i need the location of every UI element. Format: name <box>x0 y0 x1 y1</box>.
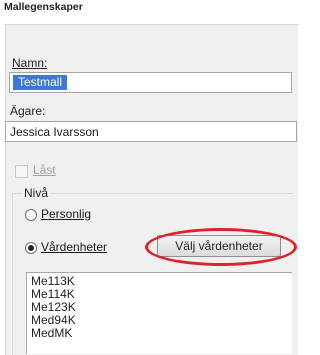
name-label-text: Namn: <box>12 56 48 70</box>
owner-field-value: Jessica Ivarsson <box>10 125 99 139</box>
locked-checkbox[interactable]: Låst <box>15 163 95 179</box>
radio-care-units[interactable]: Vårdenheter <box>25 240 145 256</box>
radio-care-units-label: Vårdenheter <box>41 240 108 254</box>
radio-selected-dot <box>28 245 34 251</box>
name-label: Namn: <box>12 56 47 70</box>
owner-field[interactable]: Jessica Ivarsson <box>5 121 297 142</box>
level-group-label: Nivå <box>22 186 51 200</box>
name-field[interactable]: Testmall <box>9 72 292 93</box>
locked-checkbox-label: Låst <box>33 163 56 177</box>
list-item[interactable]: MedMK <box>31 327 72 340</box>
choose-care-units-button[interactable]: Välj vårdenheter <box>157 235 281 257</box>
owner-label: Ägare: <box>10 104 46 118</box>
locked-checkbox-box[interactable] <box>15 165 28 178</box>
radio-personal-circle[interactable] <box>25 209 37 221</box>
radio-care-units-circle[interactable] <box>25 242 37 254</box>
care-units-list[interactable]: Me113K Me114K Me123K Med94K MedMK <box>26 272 292 354</box>
window-title: Mallegenskaper <box>4 1 83 13</box>
radio-personal[interactable]: Personlig <box>25 207 135 223</box>
radio-personal-label: Personlig <box>41 207 92 221</box>
name-field-value: Testmall <box>13 75 68 90</box>
